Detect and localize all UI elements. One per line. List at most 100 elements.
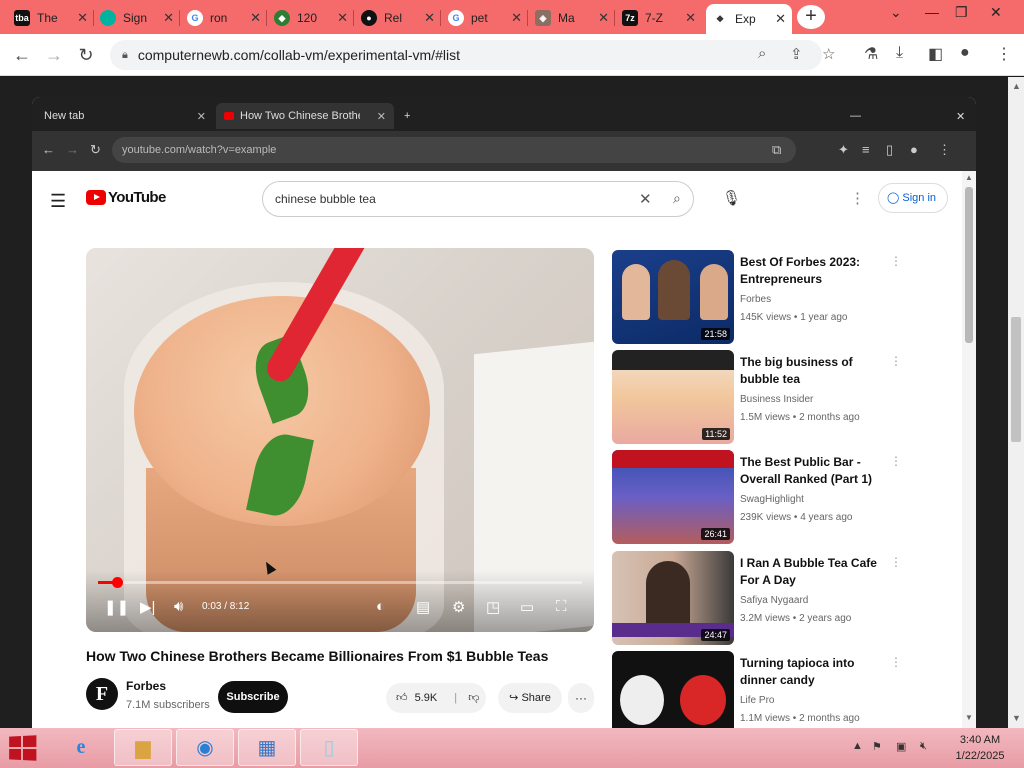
recommendation-item[interactable]: 21:58 Best Of Forbes 2023: Entrepreneurs… bbox=[612, 250, 962, 346]
vm-forward-icon[interactable]: → bbox=[66, 142, 79, 157]
profile-icon[interactable]: ● bbox=[960, 44, 970, 62]
start-button[interactable] bbox=[9, 735, 37, 761]
forward-icon[interactable]: → bbox=[42, 43, 66, 67]
volume-icon[interactable]: 🔊︎ bbox=[174, 598, 183, 615]
recommendation-menu-icon[interactable]: ⋮ bbox=[890, 454, 902, 468]
outer-tab-8[interactable]: 7z 7-Z ✕ bbox=[616, 4, 702, 32]
zoom-icon[interactable]: ⌕ bbox=[758, 45, 766, 62]
close-icon[interactable]: ✕ bbox=[598, 10, 609, 26]
close-icon[interactable]: ✕ bbox=[424, 10, 435, 26]
thumbs-down-icon[interactable]: 👎︎ bbox=[468, 692, 479, 704]
system-clock[interactable]: 3:40 AM 1/22/2025 bbox=[940, 732, 1020, 764]
recommendation-thumbnail[interactable]: 11:52 bbox=[612, 350, 734, 444]
search-icon[interactable]: ⌕ bbox=[673, 190, 681, 207]
network-icon[interactable]: ▣ bbox=[896, 740, 906, 753]
bookmark-star-icon[interactable]: ☆ bbox=[822, 45, 835, 63]
menu-kebab-icon[interactable]: ⋮ bbox=[996, 44, 1012, 64]
subtitles-icon[interactable]: ▤ bbox=[416, 598, 430, 616]
youtube-scrollbar[interactable]: ▲ ▼ bbox=[962, 171, 976, 728]
autoplay-toggle[interactable]: ◐ bbox=[376, 598, 385, 615]
vm-menu-icon[interactable]: ⋮ bbox=[938, 142, 951, 158]
chrome-browser-icon[interactable]: ◉ bbox=[176, 729, 234, 766]
sidepanel-icon[interactable]: ◧ bbox=[928, 44, 943, 64]
scroll-down-icon[interactable]: ▼ bbox=[1012, 713, 1021, 723]
outer-tab-2[interactable]: Sign ✕ bbox=[94, 4, 180, 32]
thumbs-up-icon[interactable]: 👍︎ bbox=[396, 692, 408, 704]
extensions-flask-icon[interactable]: ⚗ bbox=[864, 44, 878, 64]
vm-minimize-icon[interactable]: — bbox=[842, 103, 869, 129]
voice-search-mic-icon[interactable]: 🎙︎ bbox=[722, 189, 741, 207]
settings-gear-icon[interactable]: ⚙ bbox=[452, 598, 465, 616]
close-icon[interactable]: ✕ bbox=[511, 10, 522, 26]
settings-kebab-icon[interactable]: ⋮ bbox=[850, 189, 865, 207]
recommendation-thumbnail[interactable]: 21:58 bbox=[612, 250, 734, 344]
vm-reload-icon[interactable]: ↻ bbox=[90, 142, 101, 158]
vm-tab-1[interactable]: New tab ✕ bbox=[36, 103, 214, 129]
vm-playlist-icon[interactable]: ≡ bbox=[862, 142, 870, 157]
recommendation-item[interactable]: 26:41 The Best Public Bar - Overall Rank… bbox=[612, 450, 962, 546]
recommendation-menu-icon[interactable]: ⋮ bbox=[890, 655, 902, 669]
download-icon[interactable]: ⤓ bbox=[896, 44, 903, 62]
tab-search-icon[interactable]: ⌄ bbox=[890, 4, 902, 21]
page-scrollbar[interactable]: ▲ ▼ bbox=[1008, 77, 1024, 728]
recommendation-thumbnail[interactable]: 24:47 bbox=[612, 551, 734, 645]
channel-avatar[interactable]: F bbox=[86, 678, 118, 710]
video-progress-bar[interactable] bbox=[98, 577, 582, 588]
youtube-logo[interactable]: YouTube bbox=[86, 189, 166, 206]
recommendation-item[interactable]: 11:52 The big business of bubble tea Bus… bbox=[612, 350, 962, 446]
fullscreen-icon[interactable]: ⛶ bbox=[556, 598, 567, 615]
outer-tab-4[interactable]: ◆ 120 ✕ bbox=[268, 4, 354, 32]
restore-icon[interactable]: ❐ bbox=[955, 4, 968, 21]
new-tab-button[interactable]: + bbox=[797, 5, 825, 29]
show-hidden-icons[interactable]: ▲ bbox=[852, 740, 863, 752]
scroll-up-icon[interactable]: ▲ bbox=[1012, 81, 1021, 91]
close-icon[interactable]: ✕ bbox=[377, 110, 386, 123]
volume-muted-icon[interactable]: 🔇︎ bbox=[920, 740, 927, 753]
video-player[interactable]: ❚❚ ▶| 🔊︎ 0:03 / 8:12 ◐ ▤ ⚙ ◳ ▭ ⛶ bbox=[86, 248, 594, 632]
hamburger-menu-icon[interactable]: ☰ bbox=[50, 191, 66, 212]
youtube-scrollbar-thumb[interactable] bbox=[965, 187, 973, 343]
outer-tab-6[interactable]: G pet ✕ bbox=[442, 4, 528, 32]
next-video-icon[interactable]: ▶| bbox=[140, 598, 155, 616]
vm-back-icon[interactable]: ← bbox=[42, 142, 55, 157]
back-icon[interactable]: ← bbox=[10, 43, 34, 67]
minimize-icon[interactable]: — bbox=[925, 4, 939, 20]
scrollbar-thumb[interactable] bbox=[1011, 317, 1021, 442]
close-icon[interactable]: ✕ bbox=[250, 10, 261, 26]
vm-address-bar[interactable]: youtube.com/watch?v=example bbox=[112, 137, 796, 163]
theater-mode-icon[interactable]: ▭ bbox=[520, 598, 534, 616]
outer-tab-9-active[interactable]: ❖ Exp ✕ bbox=[706, 4, 792, 34]
vm-new-tab-button[interactable]: + bbox=[396, 103, 418, 129]
outer-tab-3[interactable]: G ron ✕ bbox=[181, 4, 267, 32]
reload-icon[interactable]: ↻ bbox=[74, 43, 98, 67]
vm-sidepanel-icon[interactable]: ▯ bbox=[886, 142, 893, 158]
recommendation-menu-icon[interactable]: ⋮ bbox=[890, 354, 902, 368]
more-actions-button[interactable]: ··· bbox=[568, 683, 594, 713]
scroll-down-icon[interactable]: ▼ bbox=[965, 713, 973, 722]
notepad-icon[interactable]: ▯ bbox=[300, 729, 358, 766]
outer-tab-1[interactable]: tba The ✕ bbox=[8, 4, 94, 32]
share-button[interactable]: ↪ Share bbox=[498, 683, 562, 713]
vm-tab-2-active[interactable]: How Two Chinese Brothers... ✕ bbox=[216, 103, 394, 129]
close-icon[interactable]: ✕ bbox=[197, 110, 206, 123]
recommendation-thumbnail[interactable]: 26:41 bbox=[612, 450, 734, 544]
flag-icon[interactable]: ⚑ bbox=[872, 740, 882, 753]
sign-in-button[interactable]: ◯ Sign in bbox=[878, 183, 948, 213]
recommendation-item[interactable]: Turning tapioca into dinner candy Life P… bbox=[612, 651, 962, 728]
share-icon[interactable]: ⇪ bbox=[790, 45, 803, 63]
scroll-up-icon[interactable]: ▲ bbox=[965, 173, 973, 182]
control-panel-icon[interactable]: ▦ bbox=[238, 729, 296, 766]
close-icon[interactable]: ✕ bbox=[337, 10, 348, 26]
pause-icon[interactable]: ❚❚ bbox=[104, 598, 129, 616]
recommendation-item[interactable]: 24:47 I Ran A Bubble Tea Cafe For A Day … bbox=[612, 551, 962, 647]
vm-close-icon[interactable]: ✕ bbox=[948, 103, 973, 129]
recommendation-menu-icon[interactable]: ⋮ bbox=[890, 555, 902, 569]
close-icon[interactable]: ✕ bbox=[77, 10, 88, 26]
outer-tab-5[interactable]: ● Rel ✕ bbox=[355, 4, 441, 32]
recommendation-menu-icon[interactable]: ⋮ bbox=[890, 254, 902, 268]
internet-explorer-icon[interactable]: e bbox=[52, 729, 110, 766]
vm-extensions-icon[interactable]: ✦ bbox=[838, 142, 849, 158]
close-icon[interactable]: ✕ bbox=[775, 11, 786, 27]
channel-name[interactable]: Forbes bbox=[126, 679, 166, 693]
subscribe-button[interactable]: Subscribe bbox=[218, 681, 288, 713]
